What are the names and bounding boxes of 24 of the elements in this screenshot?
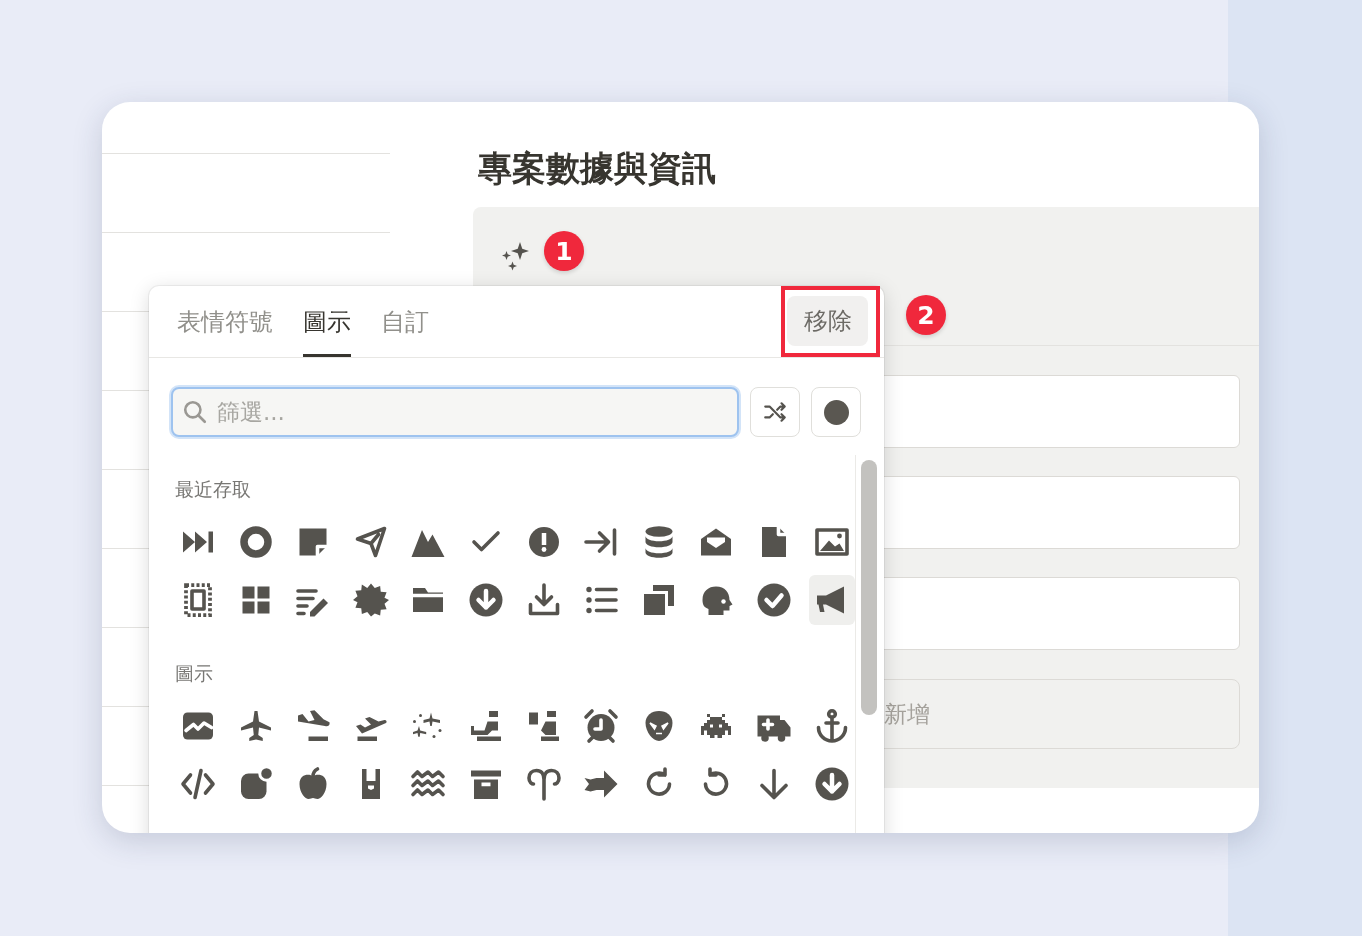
color-button[interactable] (811, 387, 861, 437)
down-arrow-circle-icon (467, 582, 504, 618)
section-heading: 圖示 (175, 661, 214, 686)
badge-icon (352, 582, 389, 618)
ring-icon (237, 524, 274, 560)
alarm-clock-icon (583, 708, 620, 744)
aries-icon (525, 766, 562, 802)
page-title: 專案數據與資訊 (478, 147, 717, 190)
code-icon (180, 766, 216, 802)
tab[interactable]: 圖示 (303, 286, 351, 357)
scrollbar-thumb[interactable] (861, 460, 877, 715)
plane-landing-icon (295, 708, 332, 744)
down-arrow-circle-icon (813, 766, 850, 802)
shuffle-icon (762, 399, 788, 425)
tab[interactable]: 自訂 (381, 286, 429, 357)
search-icon (182, 399, 208, 425)
check-circle-icon (755, 582, 792, 618)
icon-option[interactable] (808, 575, 855, 625)
tab[interactable]: 表情符號 (177, 286, 273, 357)
section-heading: 最近存取 (175, 477, 252, 502)
remove-button[interactable]: 移除 (787, 295, 868, 346)
filter-field[interactable]: 篩選... (171, 387, 739, 437)
shuffle-button[interactable] (750, 387, 800, 437)
color-dot-icon (823, 399, 849, 425)
